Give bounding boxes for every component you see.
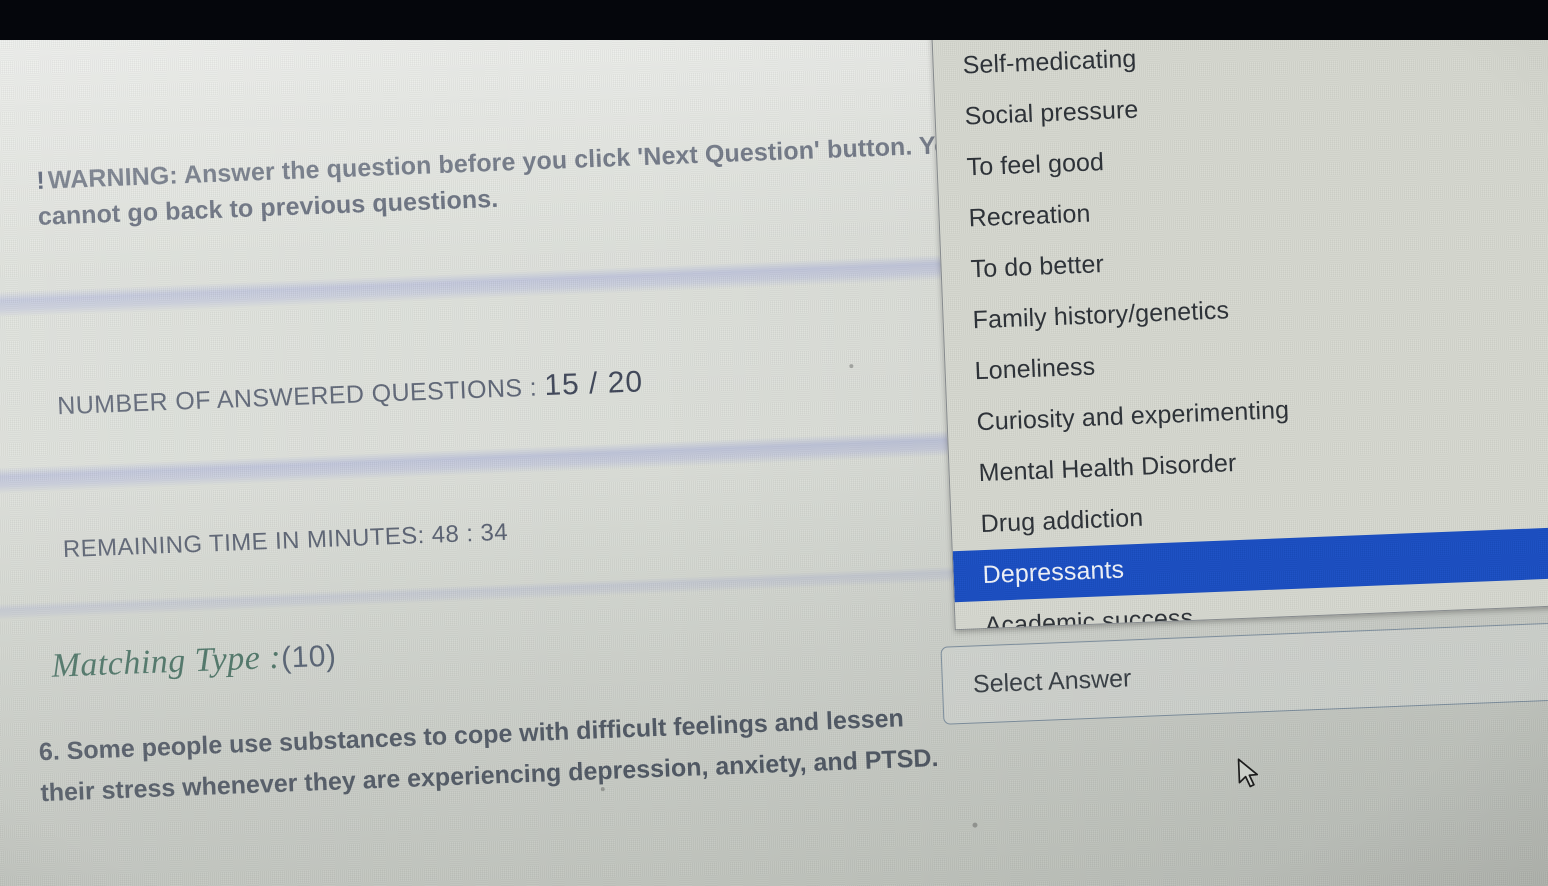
section-heading: Matching Type :(10) bbox=[51, 637, 337, 686]
answer-dropdown-list[interactable]: Select Answer Self-medicating Social pre… bbox=[929, 0, 1548, 631]
answer-select-value: Select Answer bbox=[972, 663, 1132, 699]
screen-photo: !WARNING: Answer the question before you… bbox=[0, 0, 1548, 886]
remaining-time-label: REMAINING TIME IN MINUTES: bbox=[62, 521, 426, 564]
remaining-time-value: 48 : 34 bbox=[431, 518, 509, 549]
section-heading-count: (10) bbox=[280, 639, 338, 675]
screen-speck bbox=[600, 787, 605, 792]
exclamation-icon: ! bbox=[35, 166, 46, 195]
warning-text: WARNING: Answer the question before you … bbox=[37, 130, 966, 231]
warning-banner: !WARNING: Answer the question before you… bbox=[36, 124, 1048, 235]
question-text: 6. Some people use substances to cope wi… bbox=[38, 704, 939, 807]
remaining-time-stat: REMAINING TIME IN MINUTES: 48 : 34 bbox=[62, 519, 508, 564]
quiz-screen: !WARNING: Answer the question before you… bbox=[0, 0, 1548, 886]
quiz-page: !WARNING: Answer the question before you… bbox=[0, 0, 1233, 886]
answered-questions-stat: NUMBER OF ANSWERED QUESTIONS : 15 / 20 bbox=[57, 365, 644, 422]
answered-questions-label: NUMBER OF ANSWERED QUESTIONS : bbox=[56, 373, 538, 421]
mouse-pointer-icon bbox=[1237, 758, 1259, 788]
answered-questions-value: 15 / 20 bbox=[543, 365, 644, 403]
section-heading-label: Matching Type : bbox=[50, 638, 282, 685]
